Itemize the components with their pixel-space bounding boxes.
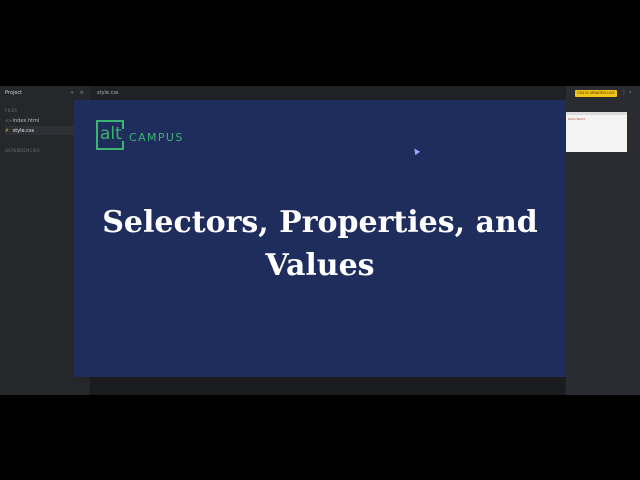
css-file-icon: # [5,128,9,133]
logo-bracket-top [122,120,124,129]
tab-style-css[interactable]: style.css [97,90,119,96]
sidebar-tools-icon[interactable]: + ⚙ [70,90,86,96]
file-name: style.css [12,128,35,134]
logo-campus-text: CAMPUS [129,131,184,144]
presentation-slide: alt CAMPUS Selectors, Properties, and Va… [74,100,566,377]
logo-bracket-bottom [122,141,124,150]
chevron-left-icon[interactable]: ‹ [629,89,631,96]
logo-alt-text: alt [100,124,122,144]
file-item-style-css[interactable]: # style.css [5,126,85,135]
file-name: index.html [12,118,40,124]
project-title: Project [5,90,23,96]
more-options-icon[interactable]: ⋮ [621,89,627,96]
live-update-badge: CSS IS UPDATED LIVE [575,90,617,97]
preview-toolbar [566,112,627,115]
slide-title: Selectors, Properties, and Values [74,201,566,287]
html-file-icon: <> [5,118,12,123]
slide-title-line-2: Values [265,248,375,283]
file-item-index-html[interactable]: <> index.html [5,116,85,125]
dependencies-section-label: DEPENDENCIES [5,148,40,153]
live-preview: Hello World [566,112,627,152]
files-section-label: FILES [5,108,18,113]
slide-title-line-1: Selectors, Properties, and [102,205,538,240]
preview-text: Hello World [568,117,586,121]
